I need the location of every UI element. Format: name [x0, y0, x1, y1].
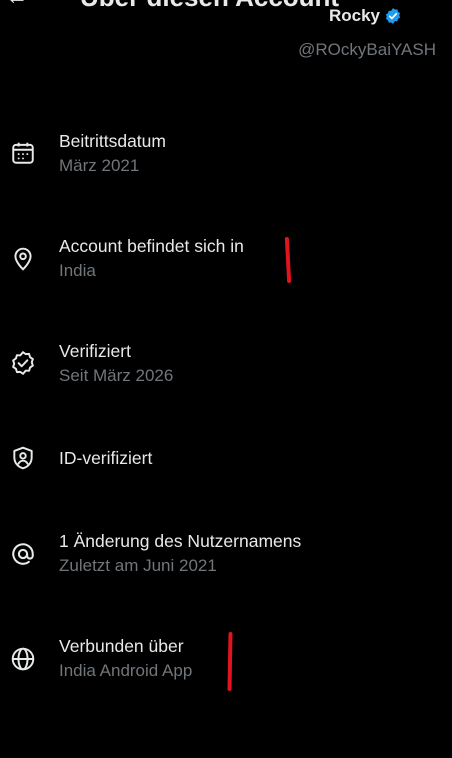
back-arrow-icon[interactable]: ← [6, 0, 28, 8]
info-row-join-date: Beitrittsdatum März 2021 [0, 130, 452, 190]
verified-check-icon [10, 350, 36, 376]
info-row-subtitle: März 2021 [59, 156, 140, 175]
location-pin-icon [10, 246, 36, 272]
info-row-verified: Verifiziert Seit März 2026 [0, 340, 452, 400]
info-row-username-changes: 1 Änderung des Nutzernamens Zuletzt am J… [0, 530, 452, 590]
calendar-icon [10, 140, 36, 166]
info-row-subtitle: Zuletzt am Juni 2021 [59, 556, 217, 575]
info-row-subtitle: Seit März 2026 [59, 366, 174, 385]
info-row-subtitle: India [59, 261, 96, 280]
info-row-subtitle: India Android App [59, 661, 193, 680]
info-row-connected-via: Verbunden über India Android App [0, 635, 452, 695]
account-name-row: Rocky [329, 6, 402, 32]
info-row-id-verified: ID-verifiziert [0, 445, 452, 507]
info-row-title: Account befindet sich in [59, 236, 244, 256]
info-row-title: 1 Änderung des Nutzernamens [59, 531, 302, 551]
account-handle: @ROckyBaiYASH [298, 40, 436, 59]
header: ← Über diesen Account Rocky @ROckyBaiYAS… [0, 0, 452, 70]
display-name: Rocky [328, 6, 380, 25]
info-row-title: Verbunden über [59, 636, 184, 656]
info-row-title: Verifiziert [59, 341, 131, 361]
page-title: Über diesen Account [80, 0, 339, 12]
info-row-title: ID-verifiziert [59, 448, 153, 468]
id-shield-icon [10, 445, 36, 471]
at-sign-icon [10, 541, 36, 567]
info-row-title: Beitrittsdatum [59, 131, 166, 151]
info-row-account-location: Account befindet sich in India [0, 235, 452, 295]
globe-icon [10, 646, 36, 672]
verified-badge-icon [385, 8, 401, 24]
